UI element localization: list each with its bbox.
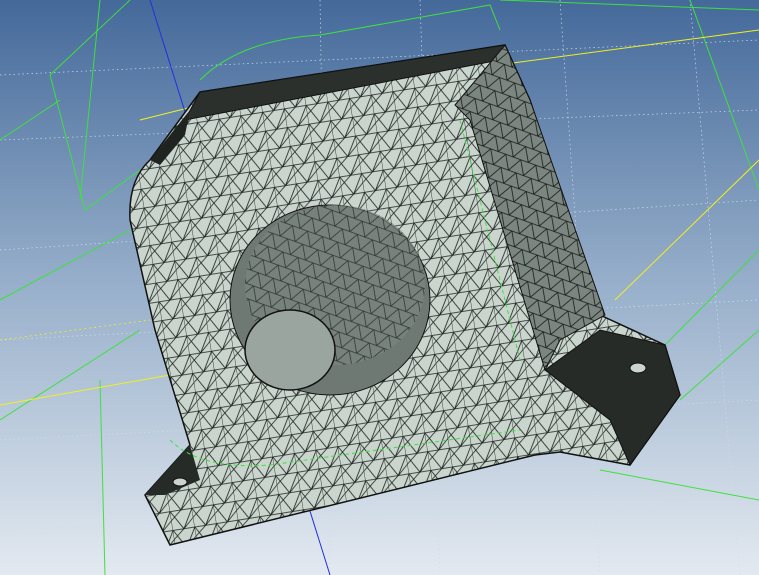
through-hole: [244, 309, 336, 391]
mount-hole-right: [629, 362, 647, 374]
3d-viewport[interactable]: [0, 0, 759, 575]
mesh-view-canvas[interactable]: [0, 0, 759, 575]
mount-hole-left: [172, 477, 188, 487]
